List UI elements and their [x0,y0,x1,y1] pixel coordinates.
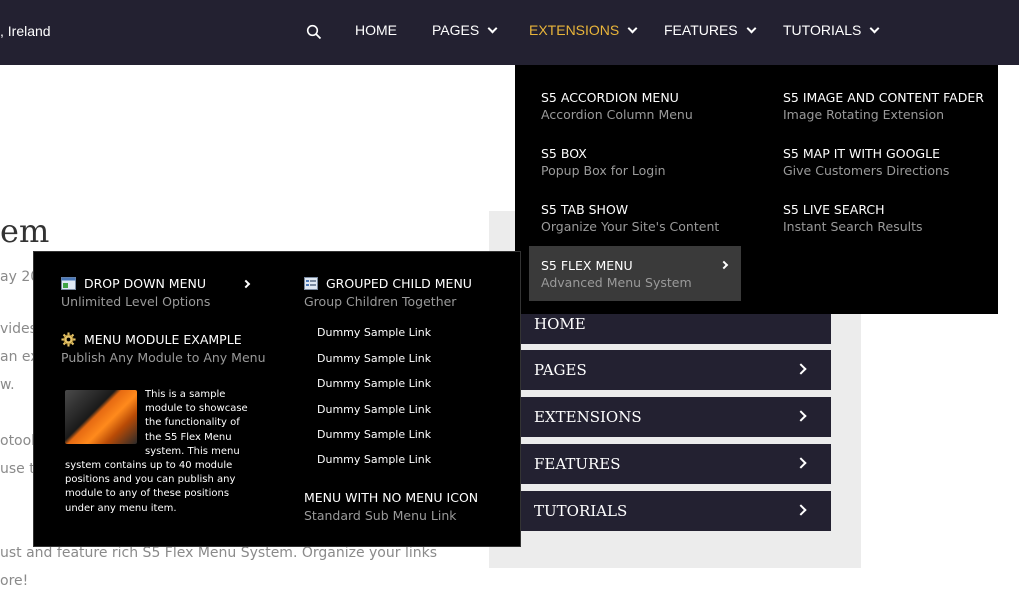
chevron-down-icon [627,23,638,33]
location-text: , Ireland [0,23,51,39]
search-icon[interactable] [306,24,322,40]
nav-features[interactable]: FEATURES [664,22,757,38]
chevron-right-icon [795,363,807,375]
chevron-right-icon [241,279,251,289]
menu-item-subtitle: Standard Sub Menu Link [304,508,457,523]
sample-module: This is a sample module to showcase the … [65,388,255,516]
menu-item-s5-map-it[interactable]: S5 MAP IT WITH GOOGLE Give Customers Dir… [771,145,983,179]
sidebar-item-pages[interactable]: PAGES [521,350,831,390]
menu-item-s5-accordion-menu[interactable]: S5 ACCORDION MENU Accordion Column Menu [529,89,741,123]
menu-item-subtitle: Unlimited Level Options [61,294,211,309]
dummy-link[interactable]: Dummy Sample Link [317,428,431,441]
gear-icon [61,332,76,347]
chevron-down-icon [487,23,498,33]
chevron-right-icon [795,410,807,422]
window-icon [61,277,76,290]
menu-item-module-example[interactable]: MENU MODULE EXAMPLE [61,332,242,347]
menu-item-drop-down-menu[interactable]: DROP DOWN MENU [61,276,206,291]
page-text-line: vides [0,321,37,337]
list-icon [304,277,318,290]
car-image [65,390,137,444]
chevron-right-icon [795,504,807,516]
nav-extensions[interactable]: EXTENSIONS [529,22,638,38]
page-text-line: w. [0,377,15,393]
menu-item-no-menu-icon[interactable]: MENU WITH NO MENU ICON [304,490,478,505]
dummy-link[interactable]: Dummy Sample Link [317,326,431,339]
menu-item-s5-live-search[interactable]: S5 LIVE SEARCH Instant Search Results [771,201,983,235]
nav-tutorials[interactable]: TUTORIALS [783,22,880,38]
nav-pages[interactable]: PAGES [432,22,498,38]
top-navigation-bar: , Ireland HOME PAGES EXTENSIONS FEATURES… [0,0,1019,65]
page-text-line: ore! [0,573,29,589]
sidebar-item-tutorials[interactable]: TUTORIALS [521,491,831,531]
sidebar-item-extensions[interactable]: EXTENSIONS [521,397,831,437]
menu-item-subtitle: Publish Any Module to Any Menu [61,350,266,365]
menu-item-s5-image-fader[interactable]: S5 IMAGE AND CONTENT FADER Image Rotatin… [771,89,984,123]
menu-item-s5-flex-menu[interactable]: S5 FLEX MENU Advanced Menu System [529,246,741,301]
chevron-right-icon [795,457,807,469]
menu-item-s5-box[interactable]: S5 BOX Popup Box for Login [529,145,741,179]
menu-item-grouped-child-menu[interactable]: GROUPED CHILD MENU [304,276,472,291]
menu-item-s5-tab-show[interactable]: S5 TAB SHOW Organize Your Site's Content [529,201,741,235]
flex-menu-submenu: DROP DOWN MENU Unlimited Level Options M… [33,251,521,547]
chevron-down-icon [869,23,880,33]
nav-home[interactable]: HOME [355,22,397,38]
sidebar-item-features[interactable]: FEATURES [521,444,831,484]
dummy-link[interactable]: Dummy Sample Link [317,453,431,466]
page-text-line: ust and feature rich S5 Flex Menu System… [0,545,437,561]
chevron-down-icon [746,23,757,33]
page-title: em [0,212,50,250]
menu-item-subtitle: Group Children Together [304,294,457,309]
dummy-link[interactable]: Dummy Sample Link [317,403,431,416]
dummy-link[interactable]: Dummy Sample Link [317,377,431,390]
dummy-link[interactable]: Dummy Sample Link [317,352,431,365]
extensions-dropdown-menu: S5 ACCORDION MENU Accordion Column Menu … [515,65,998,314]
